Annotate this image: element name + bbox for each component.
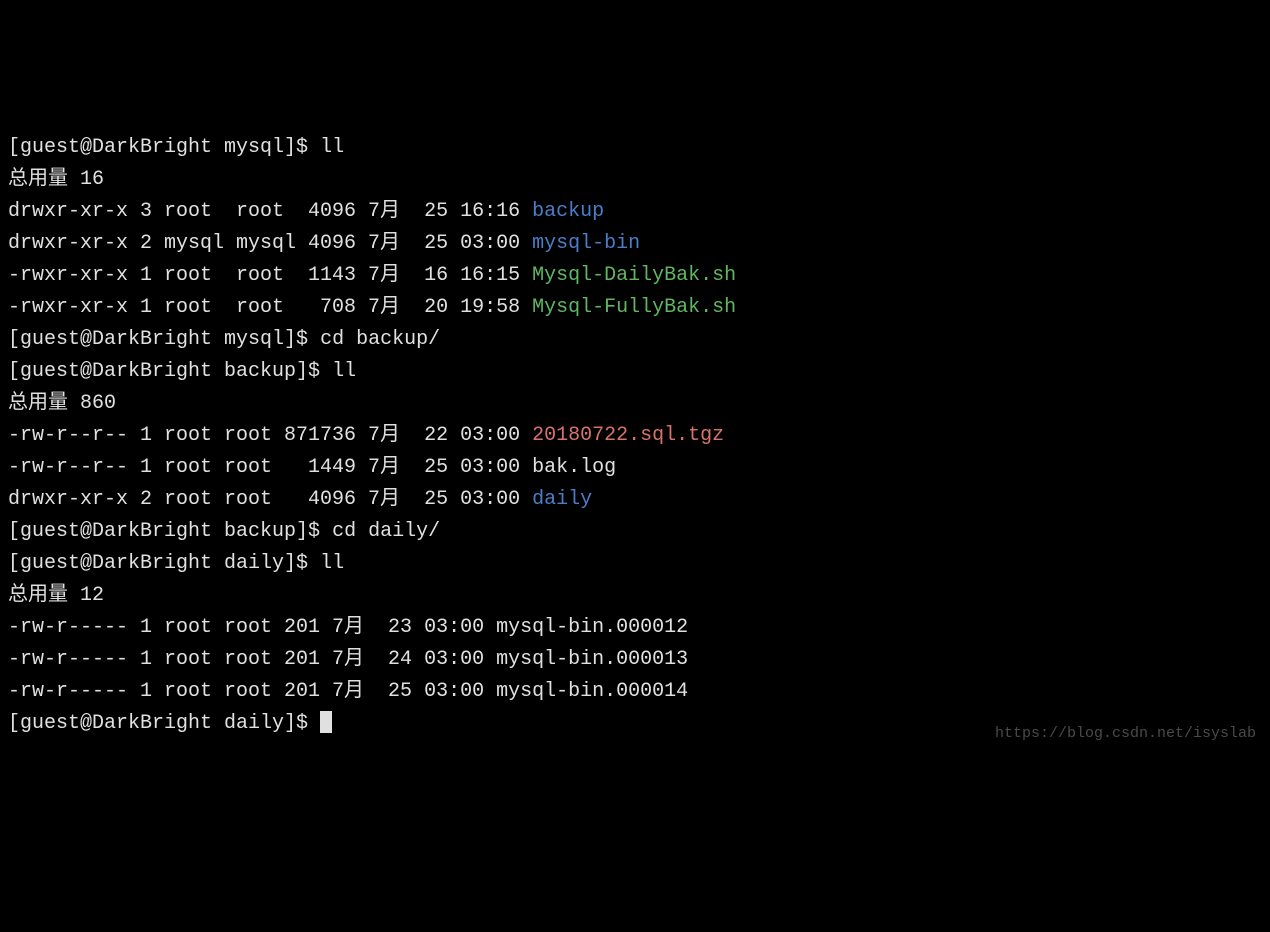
shell-prompt: [guest@DarkBright daily]$ bbox=[8, 712, 320, 735]
file-name: Mysql-DailyBak.sh bbox=[532, 264, 736, 287]
file-name: mysql-bin.000014 bbox=[496, 680, 688, 703]
terminal-line: -rw-r----- 1 root root 201 7月 24 03:00 m… bbox=[8, 644, 1262, 676]
file-name: Mysql-FullyBak.sh bbox=[532, 296, 736, 319]
file-name: bak.log bbox=[532, 456, 616, 479]
terminal-line: 总用量 16 bbox=[8, 164, 1262, 196]
file-meta: -rw-r----- 1 root root 201 7月 23 03:00 bbox=[8, 616, 496, 639]
shell-prompt: [guest@DarkBright mysql]$ bbox=[8, 136, 320, 159]
shell-command: cd backup/ bbox=[320, 328, 440, 351]
file-name: backup bbox=[532, 200, 604, 223]
file-meta: -rwxr-xr-x 1 root root 708 7月 20 19:58 bbox=[8, 296, 532, 319]
shell-command: ll bbox=[332, 360, 356, 383]
shell-command: ll bbox=[320, 552, 344, 575]
terminal-line: [guest@DarkBright backup]$ ll bbox=[8, 356, 1262, 388]
file-meta: drwxr-xr-x 2 root root 4096 7月 25 03:00 bbox=[8, 488, 532, 511]
file-name: daily bbox=[532, 488, 592, 511]
output-text: 总用量 16 bbox=[8, 168, 104, 191]
output-text: 总用量 12 bbox=[8, 584, 104, 607]
terminal-line: drwxr-xr-x 2 root root 4096 7月 25 03:00 … bbox=[8, 484, 1262, 516]
terminal-line: 总用量 860 bbox=[8, 388, 1262, 420]
shell-prompt: [guest@DarkBright backup]$ bbox=[8, 520, 332, 543]
terminal-line: -rw-r--r-- 1 root root 871736 7月 22 03:0… bbox=[8, 420, 1262, 452]
output-text: 总用量 860 bbox=[8, 392, 116, 415]
cursor-icon bbox=[320, 711, 332, 733]
file-name: mysql-bin bbox=[532, 232, 640, 255]
file-meta: -rwxr-xr-x 1 root root 1143 7月 16 16:15 bbox=[8, 264, 532, 287]
file-name: mysql-bin.000013 bbox=[496, 648, 688, 671]
file-meta: drwxr-xr-x 2 mysql mysql 4096 7月 25 03:0… bbox=[8, 232, 532, 255]
file-name: mysql-bin.000012 bbox=[496, 616, 688, 639]
file-meta: -rw-r----- 1 root root 201 7月 24 03:00 bbox=[8, 648, 496, 671]
shell-prompt: [guest@DarkBright daily]$ bbox=[8, 552, 320, 575]
terminal-line: [guest@DarkBright mysql]$ ll bbox=[8, 132, 1262, 164]
terminal-output[interactable]: [guest@DarkBright mysql]$ ll 总用量 16 drwxr-… bbox=[8, 132, 1262, 740]
watermark-text: https://blog.csdn.net/isyslab bbox=[995, 722, 1256, 746]
file-meta: -rw-r--r-- 1 root root 871736 7月 22 03:0… bbox=[8, 424, 532, 447]
terminal-line: [guest@DarkBright mysql]$ cd backup/ bbox=[8, 324, 1262, 356]
shell-prompt: [guest@DarkBright backup]$ bbox=[8, 360, 332, 383]
terminal-line: -rw-r----- 1 root root 201 7月 23 03:00 m… bbox=[8, 612, 1262, 644]
terminal-line: [guest@DarkBright backup]$ cd daily/ bbox=[8, 516, 1262, 548]
terminal-line: -rw-r--r-- 1 root root 1449 7月 25 03:00 … bbox=[8, 452, 1262, 484]
terminal-line: 总用量 12 bbox=[8, 580, 1262, 612]
file-meta: -rw-r----- 1 root root 201 7月 25 03:00 bbox=[8, 680, 496, 703]
shell-command: ll bbox=[320, 136, 344, 159]
file-meta: drwxr-xr-x 3 root root 4096 7月 25 16:16 bbox=[8, 200, 532, 223]
file-name: 20180722.sql.tgz bbox=[532, 424, 724, 447]
terminal-line: -rw-r----- 1 root root 201 7月 25 03:00 m… bbox=[8, 676, 1262, 708]
terminal-line: drwxr-xr-x 3 root root 4096 7月 25 16:16 … bbox=[8, 196, 1262, 228]
terminal-line: drwxr-xr-x 2 mysql mysql 4096 7月 25 03:0… bbox=[8, 228, 1262, 260]
terminal-line: -rwxr-xr-x 1 root root 1143 7月 16 16:15 … bbox=[8, 260, 1262, 292]
terminal-line: -rwxr-xr-x 1 root root 708 7月 20 19:58 M… bbox=[8, 292, 1262, 324]
file-meta: -rw-r--r-- 1 root root 1449 7月 25 03:00 bbox=[8, 456, 532, 479]
terminal-line: [guest@DarkBright daily]$ ll bbox=[8, 548, 1262, 580]
shell-command: cd daily/ bbox=[332, 520, 440, 543]
shell-prompt: [guest@DarkBright mysql]$ bbox=[8, 328, 320, 351]
